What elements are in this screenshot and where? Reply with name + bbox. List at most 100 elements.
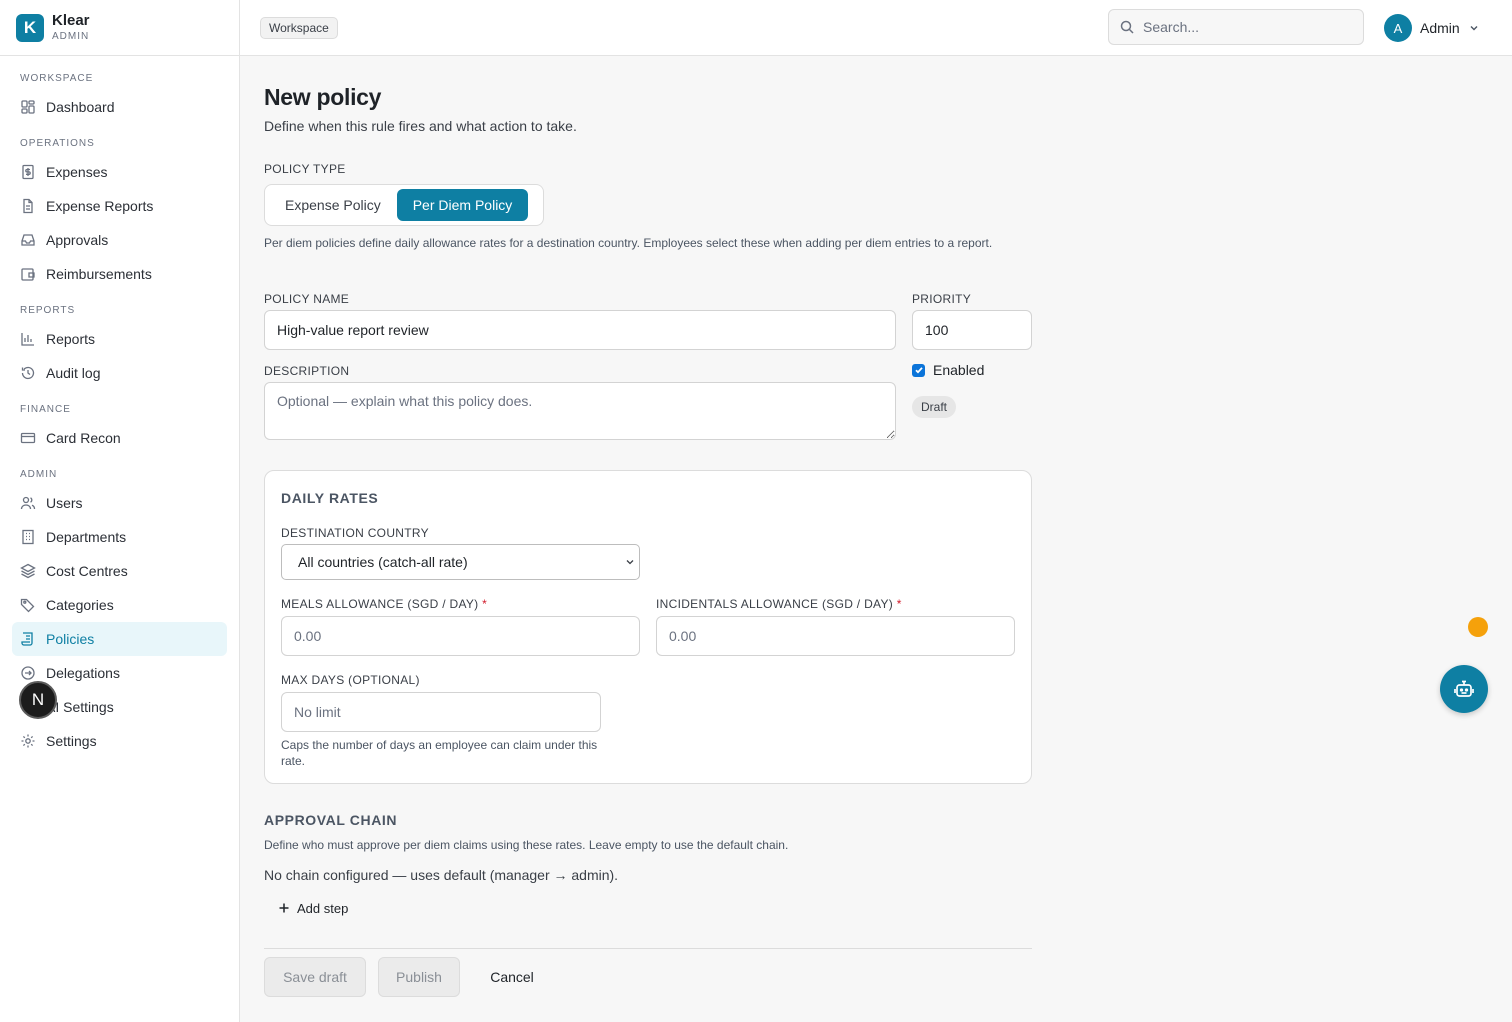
daily-rates-card: DAILY RATES DESTINATION COUNTRY All coun… <box>264 470 1032 784</box>
inbox-icon <box>20 232 36 248</box>
sidebar-item-label: Approvals <box>46 232 109 248</box>
sidebar-item-label: Delegations <box>46 665 120 681</box>
publish-button[interactable]: Publish <box>378 957 460 997</box>
sidebar-item-label: Departments <box>46 529 127 545</box>
nav-section-operations: OPERATIONS <box>20 138 95 149</box>
max-days-hint: Caps the number of days an employee can … <box>281 738 598 768</box>
sidebar-item-cost-centres[interactable]: Cost Centres <box>12 554 227 588</box>
building-icon <box>20 529 36 545</box>
meals-allowance-field[interactable] <box>281 616 640 656</box>
nav-section-admin: ADMIN <box>20 469 58 480</box>
page-title: New policy <box>264 84 382 110</box>
search-input[interactable] <box>1143 19 1343 35</box>
approval-chain-title: APPROVAL CHAIN <box>264 812 398 828</box>
sidebar-item-reports[interactable]: Reports <box>12 322 227 356</box>
topbar: Workspace A Admin <box>240 0 1512 56</box>
sidebar-item-reimbursements[interactable]: Reimbursements <box>12 257 227 291</box>
scroll-icon <box>20 631 36 647</box>
page-subtitle: Define when this rule fires and what act… <box>264 118 577 134</box>
document-icon <box>20 198 36 214</box>
sidebar-item-card-recon[interactable]: Card Recon <box>12 421 227 455</box>
wallet-icon <box>20 266 36 282</box>
approval-chain-hint: Define who must approve per diem claims … <box>264 838 789 852</box>
sidebar-item-users[interactable]: Users <box>12 486 227 520</box>
plus-icon <box>279 903 289 913</box>
max-days-label: MAX DAYS (OPTIONAL) <box>281 673 420 687</box>
brand-name: Klear <box>52 12 90 29</box>
receipt-icon <box>20 164 36 180</box>
approval-chain-empty: No chain configured — uses default (mana… <box>264 867 619 883</box>
sidebar-item-categories[interactable]: Categories <box>12 588 227 622</box>
ai-assistant-button[interactable] <box>1440 665 1488 713</box>
per-diem-policy-option[interactable]: Per Diem Policy <box>396 189 529 221</box>
meals-allowance-label: MEALS ALLOWANCE (SGD / DAY) * <box>281 597 488 611</box>
save-draft-button[interactable]: Save draft <box>264 957 366 997</box>
sidebar-item-expenses[interactable]: Expenses <box>12 155 227 189</box>
sidebar-item-label: Card Recon <box>46 430 121 446</box>
daily-rates-title: DAILY RATES <box>281 490 379 506</box>
max-days-field[interactable] <box>281 692 601 732</box>
sidebar-item-settings[interactable]: Settings <box>12 724 227 758</box>
sidebar-item-audit-log[interactable]: Audit log <box>12 356 227 390</box>
sidebar-item-approvals[interactable]: Approvals <box>12 223 227 257</box>
divider <box>264 948 1032 949</box>
search-icon <box>1120 20 1134 34</box>
next-dev-badge[interactable]: N <box>19 681 57 719</box>
status-badge: Draft <box>912 396 957 418</box>
sidebar-item-label: Users <box>46 495 83 511</box>
brand[interactable]: K Klear ADMIN <box>0 0 239 56</box>
sidebar-item-label: Expense Reports <box>46 198 154 214</box>
users-icon <box>20 495 36 511</box>
gear-icon <box>20 733 36 749</box>
nav-section-workspace: WORKSPACE <box>20 73 94 84</box>
user-name: Admin <box>1420 20 1460 36</box>
sidebar-item-label: Audit log <box>46 365 101 381</box>
incidentals-allowance-label: INCIDENTALS ALLOWANCE (SGD / DAY) * <box>656 597 902 611</box>
expense-policy-option[interactable]: Expense Policy <box>269 189 397 221</box>
description-label: DESCRIPTION <box>264 364 350 378</box>
add-step-button[interactable]: Add step <box>274 898 352 918</box>
bar-chart-icon <box>20 331 36 347</box>
sidebar-item-dashboard[interactable]: Dashboard <box>12 90 227 124</box>
policy-type-toggle: Expense Policy Per Diem Policy <box>264 184 544 226</box>
description-field[interactable] <box>264 382 896 440</box>
sidebar-nav: WORKSPACE Dashboard OPERATIONS Expenses … <box>0 56 239 758</box>
breadcrumb[interactable]: Workspace <box>260 17 338 39</box>
search-box[interactable] <box>1108 9 1364 45</box>
sidebar-item-label: Cost Centres <box>46 563 128 579</box>
destination-country-label: DESTINATION COUNTRY <box>281 526 429 540</box>
sidebar-item-label: Expenses <box>46 164 108 180</box>
user-menu[interactable]: A Admin <box>1384 14 1480 42</box>
delegation-icon <box>20 665 36 681</box>
credit-card-icon <box>20 430 36 446</box>
incidentals-allowance-field[interactable] <box>656 616 1015 656</box>
required-mark: * <box>896 597 902 611</box>
required-mark: * <box>482 597 488 611</box>
sidebar-item-expense-reports[interactable]: Expense Reports <box>12 189 227 223</box>
enabled-toggle[interactable]: Enabled <box>912 362 984 378</box>
policy-name-field[interactable] <box>264 310 896 350</box>
chevron-down-icon <box>1470 26 1478 31</box>
history-icon <box>20 365 36 381</box>
sidebar-item-label: Policies <box>46 631 95 647</box>
enabled-checkbox[interactable] <box>912 363 925 377</box>
destination-country-select[interactable]: All countries (catch-all rate) <box>281 544 640 580</box>
policy-type-label: POLICY TYPE <box>264 162 346 176</box>
cancel-button[interactable]: Cancel <box>472 957 552 997</box>
policy-type-hint: Per diem policies define daily allowance… <box>264 236 993 250</box>
nav-section-reports: REPORTS <box>20 305 76 316</box>
priority-label: PRIORITY <box>912 292 972 306</box>
dashboard-icon <box>20 99 36 115</box>
add-step-label: Add step <box>297 900 349 916</box>
priority-field[interactable] <box>912 310 1032 350</box>
brand-sub: ADMIN <box>52 31 90 42</box>
avatar: A <box>1384 14 1412 42</box>
notification-dot <box>1468 617 1488 637</box>
brand-logo: K <box>16 13 44 42</box>
sidebar-item-departments[interactable]: Departments <box>12 520 227 554</box>
sidebar-item-policies[interactable]: Policies <box>12 622 227 656</box>
sidebar-item-label: Reports <box>46 331 96 347</box>
sidebar-item-label: Dashboard <box>46 99 115 115</box>
chevron-down-icon <box>626 560 634 565</box>
enabled-label: Enabled <box>933 362 985 378</box>
